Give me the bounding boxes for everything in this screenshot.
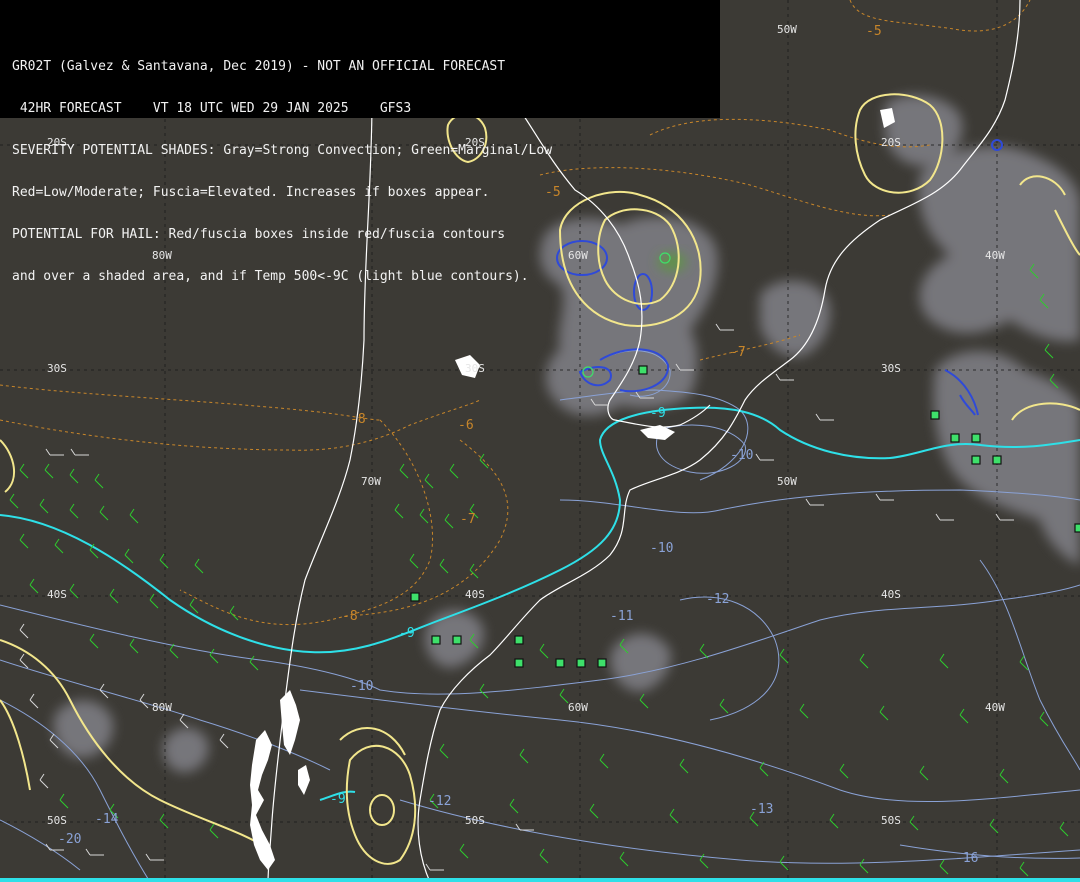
forecast-header: GR02T (Galvez & Santavana, Dec 2019) - N… <box>0 0 720 284</box>
contour-label: -9 <box>330 792 346 807</box>
contour-label: -10 <box>650 541 673 556</box>
header-line-3: SEVERITY POTENTIAL SHADES: Gray=Strong C… <box>12 143 553 158</box>
contour-label: -9 <box>650 406 666 421</box>
header-line-5: POTENTIAL FOR HAIL: Red/fuscia boxes ins… <box>12 227 506 242</box>
header-line-1: GR02T (Galvez & Santavana, Dec 2019) - N… <box>12 59 506 74</box>
grid-label: 80W <box>152 701 172 714</box>
grid-label: 30S <box>47 362 67 375</box>
grid-label: 40S <box>881 588 901 601</box>
contour-label: -5 <box>866 24 882 39</box>
grid-label: 40W <box>985 249 1005 262</box>
grid-label: 40S <box>47 588 67 601</box>
grid-label: 30S <box>881 362 901 375</box>
contour-label: -20 <box>58 832 81 847</box>
contour-label: -12 <box>428 794 451 809</box>
grid-label: 50S <box>465 814 485 827</box>
grid-label: 70W <box>361 475 381 488</box>
grid-label: 60W <box>568 701 588 714</box>
header-line-6: and over a shaded area, and if Temp 500<… <box>12 269 529 284</box>
grid-label: 50S <box>47 814 67 827</box>
grid-label: 50W <box>777 23 797 36</box>
contour-label: -8 <box>342 609 358 624</box>
contour-label: -9 <box>399 626 415 641</box>
grid-label: 30S <box>465 362 485 375</box>
contour-label: -14 <box>95 812 119 827</box>
grid-label: 50S <box>881 814 901 827</box>
grid-label: 50W <box>777 475 797 488</box>
contour-label: -10 <box>350 679 373 694</box>
contour-label: -11 <box>610 609 633 624</box>
contour-label: -12 <box>706 592 729 607</box>
contour-label: -16 <box>955 851 978 866</box>
grid-label: 20S <box>881 136 901 149</box>
contour-label: -6 <box>458 418 474 433</box>
contour-label: -8 <box>350 412 366 427</box>
header-line-4: Red=Low/Moderate; Fuscia=Elevated. Incre… <box>12 185 490 200</box>
contour-label: -13 <box>750 802 773 817</box>
contour-label: -10 <box>730 448 753 463</box>
header-line-2: 42HR FORECAST VT 18 UTC WED 29 JAN 2025 … <box>12 101 412 116</box>
contour-label: -7 <box>460 512 476 527</box>
bottom-border <box>0 878 1080 882</box>
contour-label: -7 <box>730 345 746 360</box>
grid-label: 40S <box>465 588 485 601</box>
grid-label: 40W <box>985 701 1005 714</box>
